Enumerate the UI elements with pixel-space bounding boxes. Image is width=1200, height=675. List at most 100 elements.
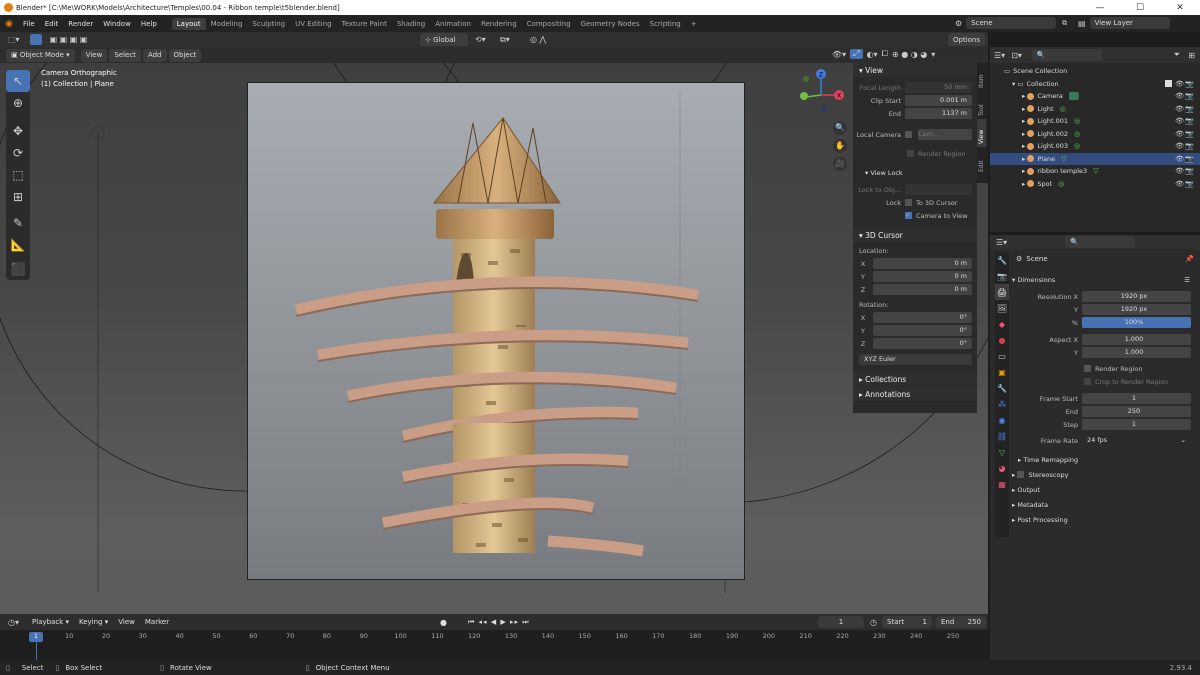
tool-tab-icon[interactable]: 🔧 [995, 252, 1009, 268]
frame-start-field[interactable]: 1 [1082, 393, 1191, 404]
res-y-field[interactable]: 1920 px [1082, 304, 1191, 315]
zoom-icon[interactable]: 🔍 [833, 121, 847, 135]
blender-menu-icon[interactable]: ◉ [0, 19, 18, 29]
render-camera-icon[interactable]: 📷 [1185, 117, 1194, 125]
tab-compositing[interactable]: Compositing [522, 18, 576, 30]
render-camera-icon[interactable]: 📷 [1185, 92, 1194, 100]
outliner-item-light-001[interactable]: ▸ Light.001 ◎ 👁 📷 [990, 115, 1200, 128]
collection-row[interactable]: ▾ ▭ Collection 👁 📷 [990, 78, 1200, 91]
render-tab-icon[interactable]: 📷 [995, 268, 1009, 284]
record-icon[interactable]: ● [440, 618, 447, 627]
playback-controls-icon[interactable]: ⏮ ◂◂ ◀ ▶ ▸▸ ⏭ [468, 618, 530, 627]
tab-view[interactable]: View [977, 119, 986, 147]
filter-icon[interactable]: ⏷ [1174, 50, 1180, 60]
scene-field[interactable]: Scene [966, 17, 1057, 29]
menu-help[interactable]: Help [136, 20, 162, 28]
timeline-editor-icon[interactable]: ◷▾ [8, 618, 19, 627]
local-camera-checkbox[interactable] [905, 131, 912, 138]
tab-uv-editing[interactable]: UV Editing [290, 18, 337, 30]
outliner-item-ribbon-temple[interactable]: ▸ ribbon temple3 ▽ 👁 📷 [990, 165, 1200, 178]
outliner-item-camera[interactable]: ▸ Camera 👁 📷 [990, 90, 1200, 103]
eye-icon[interactable]: 👁 [1175, 180, 1184, 188]
scene-tab-icon[interactable]: ◆ [995, 316, 1009, 332]
render-camera-icon[interactable]: 📷 [1185, 180, 1194, 188]
modifier-tab-icon[interactable]: 🔧 [995, 380, 1009, 396]
timeline-ruler[interactable]: 1 10 20 30 40 50 60 70 80 90 100 110 120 130 140 150 160… [0, 630, 988, 660]
rot-y-field[interactable]: 0° [873, 325, 972, 336]
world-tab-icon[interactable]: ● [995, 332, 1009, 348]
stereoscopy-checkbox[interactable] [1017, 471, 1025, 478]
new-scene-icon[interactable]: ⧉ [1062, 19, 1067, 28]
menu-render[interactable]: Render [63, 20, 98, 28]
constraints-tab-icon[interactable]: ⛓ [995, 428, 1009, 444]
render-region-checkbox[interactable] [1084, 365, 1091, 372]
render-region-checkbox[interactable] [907, 150, 914, 157]
output-header[interactable]: ▸ Output [1012, 483, 1196, 496]
menu-file[interactable]: File [18, 20, 40, 28]
navigation-gizmo[interactable]: Z X [796, 69, 846, 119]
aspect-y-field[interactable]: 1.000 [1082, 347, 1191, 358]
texture-tab-icon[interactable]: ▦ [995, 476, 1009, 492]
rotate-tool-icon[interactable]: ⟳ [6, 142, 30, 164]
lock-to-object-field[interactable] [905, 184, 972, 195]
view-layer-field[interactable]: View Layer [1089, 17, 1170, 29]
display-mode-icon[interactable]: ⊡▾ [1011, 51, 1022, 60]
annotations-panel-header[interactable]: ▸ Annotations [853, 387, 977, 401]
gizmo-toggle-icon[interactable]: ⤢ [850, 49, 863, 59]
view-layer-tab-icon[interactable]: 🖼 [995, 300, 1009, 316]
clip-start-field[interactable]: 0.001 m [905, 95, 972, 106]
outliner-item-spot[interactable]: ▸ Spot ◎ 👁 📷 [990, 178, 1200, 191]
eye-icon[interactable]: 👁 [1175, 92, 1184, 100]
current-frame-field[interactable]: 1 [818, 616, 864, 628]
outliner-item-plane[interactable]: ▸ Plane ▽ 👁 📷 [990, 152, 1200, 165]
tab-scripting[interactable]: Scripting [645, 18, 686, 30]
view-menu-timeline[interactable]: View [113, 618, 140, 626]
maximize-icon[interactable]: ☐ [1120, 0, 1160, 15]
view-lock-title[interactable]: View Lock [870, 169, 902, 177]
snap-icon[interactable]: ⧉▾ [500, 35, 510, 45]
local-camera-field[interactable]: Cam... [918, 129, 972, 140]
view-menu[interactable]: View [80, 48, 108, 62]
outliner-item-light[interactable]: ▸ Light ◎ 👁 📷 [990, 103, 1200, 116]
eye-icon[interactable]: 👁 [1175, 130, 1184, 138]
object-mode-dropdown[interactable]: ▣ Object Mode ▾ [6, 48, 75, 62]
tab-edit[interactable]: Edit [977, 147, 986, 175]
tab-rendering[interactable]: Rendering [476, 18, 522, 30]
measure-tool-icon[interactable]: 📐 [6, 234, 30, 256]
crop-region-checkbox[interactable] [1084, 378, 1091, 385]
camera-to-view-checkbox[interactable]: ✓ [905, 212, 912, 219]
view-panel-header[interactable]: ▾ View [853, 63, 977, 77]
eye-icon[interactable]: 👁 [1175, 117, 1184, 125]
render-camera-icon[interactable]: 📷 [1185, 105, 1194, 113]
add-menu[interactable]: Add [142, 48, 167, 62]
menu-edit[interactable]: Edit [40, 20, 64, 28]
frame-step-field[interactable]: 1 [1082, 419, 1191, 430]
select-mode-icon[interactable] [29, 34, 42, 45]
render-camera-icon[interactable]: 📷 [1185, 142, 1194, 150]
options-button[interactable]: Options [948, 33, 986, 46]
outliner-search-input[interactable]: 🔍 [1031, 49, 1102, 61]
time-remapping-header[interactable]: ▸ Time Remapping [1012, 453, 1196, 466]
select-tool-icon[interactable]: ↖ [6, 70, 30, 92]
post-processing-header[interactable]: ▸ Post Processing [1012, 513, 1196, 526]
keying-menu[interactable]: Keying ▾ [74, 618, 113, 626]
select-menu[interactable]: Select [109, 48, 141, 62]
view-layer-icon[interactable]: ▤ [1078, 19, 1086, 28]
properties-editor-icon[interactable]: ☰▾ [996, 238, 1007, 247]
tab-shading[interactable]: Shading [392, 18, 430, 30]
loc-x-field[interactable]: 0 m [873, 258, 972, 269]
metadata-header[interactable]: ▸ Metadata [1012, 498, 1196, 511]
annotate-tool-icon[interactable]: ✎ [6, 212, 30, 234]
collection-tab-icon[interactable]: ▭ [995, 348, 1009, 364]
physics-tab-icon[interactable]: ◉ [995, 412, 1009, 428]
playback-menu[interactable]: Playback ▾ [27, 618, 74, 626]
scene-collection-row[interactable]: ▭ Scene Collection [990, 65, 1200, 78]
frame-end-field[interactable]: 250 [1082, 406, 1191, 417]
tab-texture-paint[interactable]: Texture Paint [337, 18, 392, 30]
eye-icon[interactable]: 👁 [1175, 105, 1184, 113]
marker-menu[interactable]: Marker [140, 618, 174, 626]
eye-icon[interactable]: 👁 [1175, 80, 1184, 88]
to-3d-cursor-checkbox[interactable] [905, 199, 912, 206]
outliner-editor-icon[interactable]: ☰▾ [994, 51, 1005, 60]
transform-tool-icon[interactable]: ⊞ [6, 186, 30, 208]
